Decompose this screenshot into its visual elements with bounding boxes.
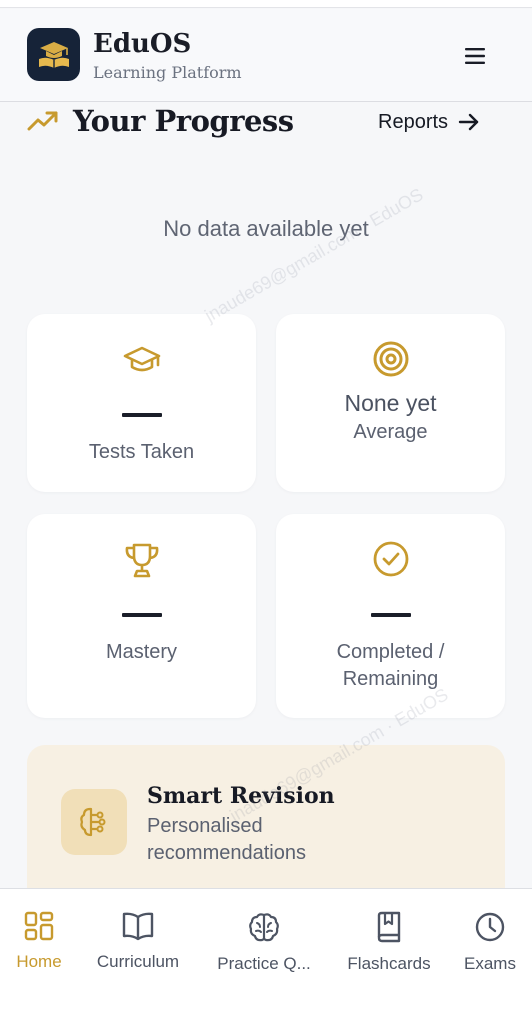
completed-remaining-value bbox=[371, 613, 411, 617]
arrow-right-icon bbox=[458, 113, 479, 131]
smart-revision-card[interactable]: Smart Revision Personalised recommendati… bbox=[27, 745, 505, 905]
menu-button[interactable] bbox=[458, 41, 492, 71]
stat-card-average[interactable]: None yet Average bbox=[276, 314, 505, 492]
smart-revision-title: Smart Revision bbox=[147, 783, 335, 809]
target-icon bbox=[373, 341, 408, 377]
check-circle-icon bbox=[373, 541, 408, 577]
grid-icon bbox=[24, 911, 54, 941]
graduation-cap-icon bbox=[123, 346, 160, 372]
nav-flashcards-label: Flashcards bbox=[347, 954, 431, 973]
stat-card-tests-taken[interactable]: Tests Taken bbox=[27, 314, 256, 492]
tests-taken-label: Tests Taken bbox=[88, 441, 195, 463]
nav-flashcards[interactable]: Flashcards bbox=[343, 911, 435, 981]
app-logo[interactable] bbox=[27, 28, 80, 81]
progress-header: Your Progress Reports bbox=[0, 104, 532, 144]
brain-icon bbox=[80, 807, 106, 837]
bottom-nav: Home Curriculum Practice Q... Flashcards… bbox=[0, 888, 532, 1024]
stat-card-completed-remaining[interactable]: Completed / Remaining bbox=[276, 514, 505, 718]
trending-up-icon bbox=[27, 111, 58, 131]
tests-taken-value bbox=[122, 413, 162, 417]
app-subtitle: Learning Platform bbox=[93, 63, 242, 82]
nav-curriculum-label: Curriculum bbox=[96, 952, 180, 971]
progress-empty-text: No data available yet bbox=[163, 216, 369, 241]
brain-icon bbox=[249, 913, 279, 942]
progress-title: Your Progress bbox=[73, 104, 294, 138]
average-label: Average bbox=[353, 421, 428, 443]
reports-link[interactable]: Reports bbox=[378, 109, 480, 135]
open-book-icon bbox=[122, 912, 154, 941]
smart-revision-subtitle: Personalised recommendations bbox=[147, 815, 306, 864]
app-header: EduOS Learning Platform bbox=[0, 9, 532, 102]
nav-practice-questions[interactable]: Practice Q... bbox=[212, 911, 316, 981]
clock-icon bbox=[475, 912, 505, 942]
nav-practice-questions-label: Practice Q... bbox=[217, 954, 311, 973]
nav-home[interactable]: Home bbox=[10, 911, 68, 981]
bookmark-book-icon bbox=[377, 911, 401, 943]
app-name: EduOS bbox=[93, 29, 192, 59]
completed-remaining-label: Completed / Remaining bbox=[336, 641, 445, 690]
nav-curriculum[interactable]: Curriculum bbox=[92, 911, 184, 981]
mastery-label: Mastery bbox=[105, 641, 178, 663]
average-value: None yet bbox=[344, 390, 437, 416]
smart-revision-icon-box bbox=[61, 789, 127, 855]
stat-card-mastery[interactable]: Mastery bbox=[27, 514, 256, 718]
reports-label: Reports bbox=[378, 110, 449, 133]
nav-exams[interactable]: Exams bbox=[460, 911, 520, 981]
trophy-icon bbox=[125, 543, 158, 578]
watermark: jnaude69@gmail.com · EduOS bbox=[201, 184, 427, 326]
nav-exams-label: Exams bbox=[464, 954, 516, 973]
mastery-value bbox=[122, 613, 162, 617]
graduation-book-icon bbox=[38, 41, 69, 68]
nav-home-label: Home bbox=[16, 952, 62, 971]
hamburger-menu-icon bbox=[465, 48, 485, 64]
status-strip bbox=[0, 0, 532, 8]
